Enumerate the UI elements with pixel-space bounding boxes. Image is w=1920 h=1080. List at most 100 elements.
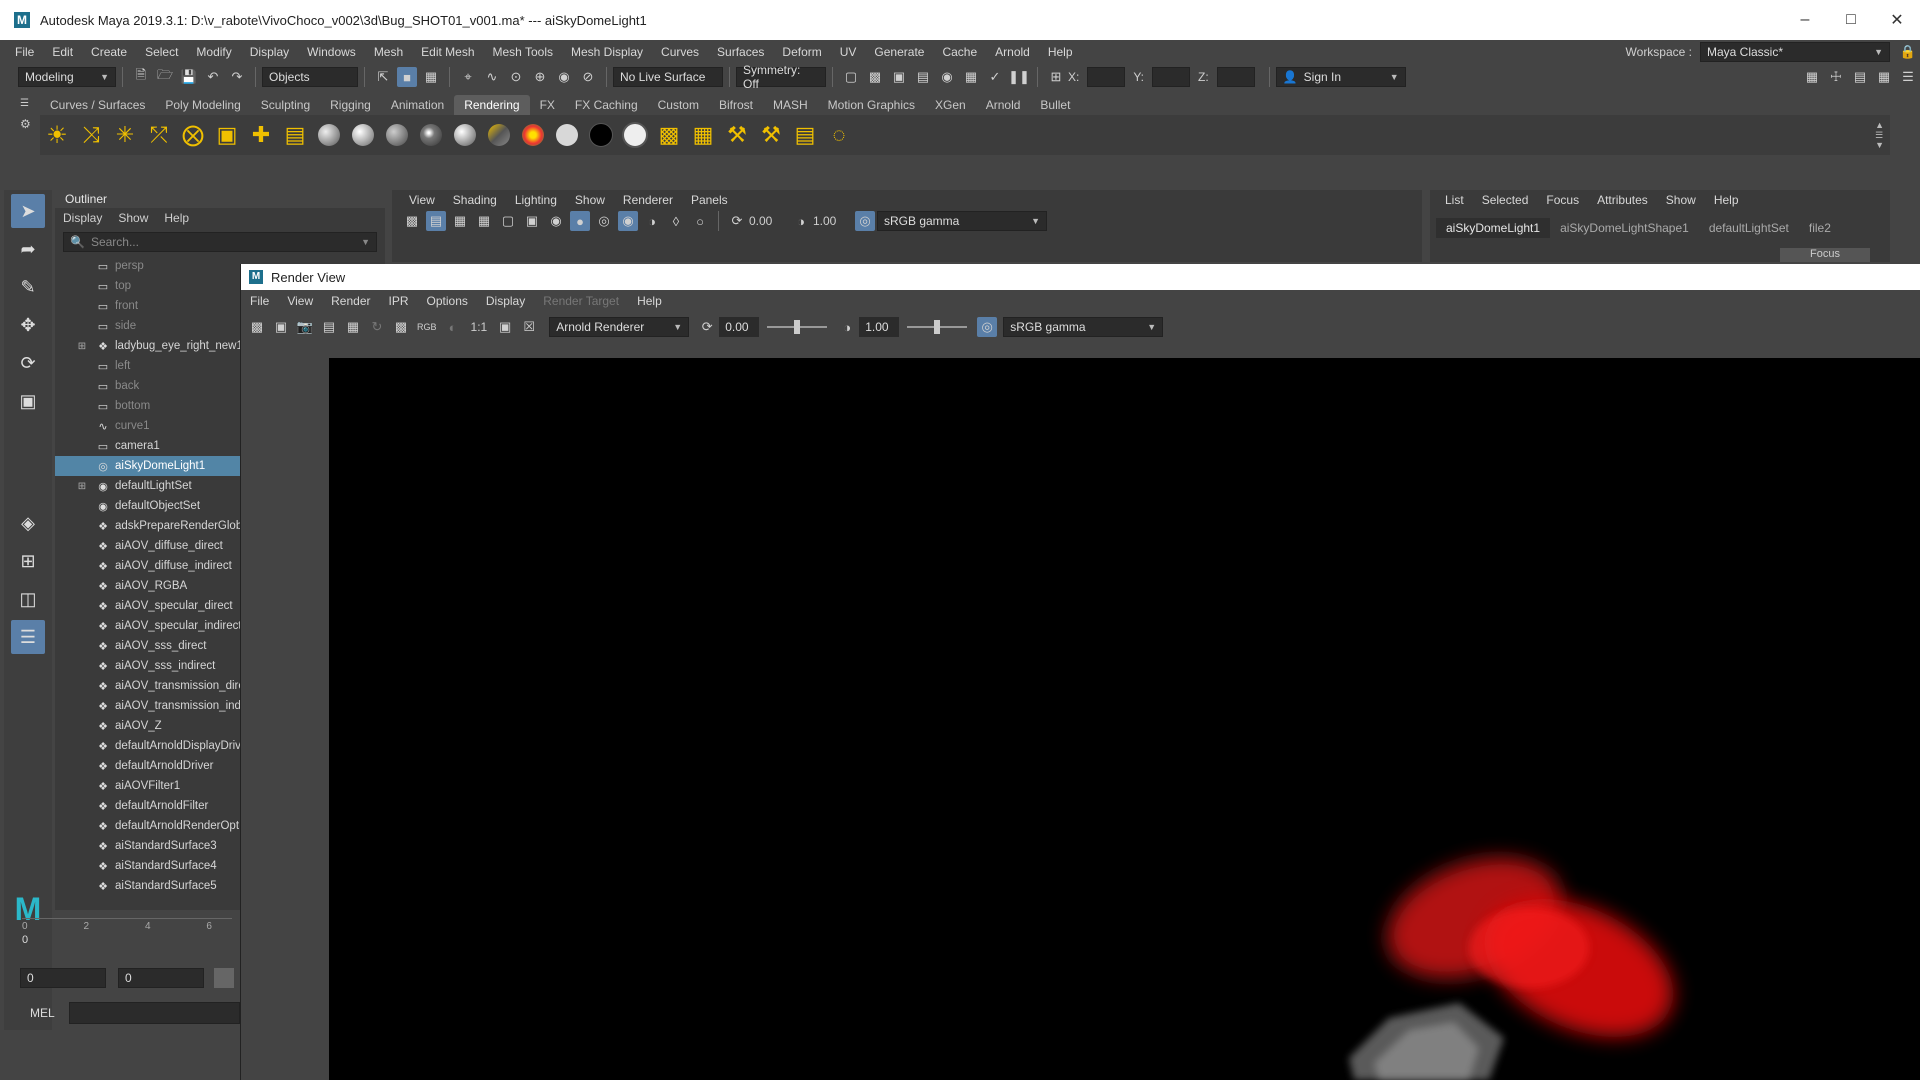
- color-management-icon[interactable]: ◎: [855, 211, 875, 231]
- move-tool-icon[interactable]: ✥: [11, 308, 45, 342]
- select-component-icon[interactable]: ▦: [421, 67, 441, 87]
- render-view-menu-options[interactable]: Options: [418, 294, 477, 308]
- render-settings-icon[interactable]: ▤: [913, 67, 933, 87]
- new-scene-icon[interactable]: 🗎: [131, 67, 151, 87]
- render-region-icon[interactable]: ▣: [271, 317, 291, 337]
- renderer-dropdown[interactable]: Arnold Renderer ▼: [549, 317, 690, 337]
- shelf-tab-curves-surfaces[interactable]: Curves / Surfaces: [40, 95, 155, 115]
- outliner-search-input[interactable]: 🔍 Search... ▼: [63, 232, 377, 252]
- attr-menu-list[interactable]: List: [1436, 193, 1473, 207]
- render-view-menu-help[interactable]: Help: [628, 294, 671, 308]
- spot-light-icon[interactable]: ⤱: [145, 121, 173, 149]
- render-settings-shelf-icon[interactable]: ▤: [791, 121, 819, 149]
- focus-button[interactable]: Focus: [1780, 248, 1870, 262]
- fit-image-icon[interactable]: ▣: [495, 317, 515, 337]
- attr-tab-aiskydomelight1[interactable]: aiSkyDomeLight1: [1436, 218, 1551, 238]
- save-scene-icon[interactable]: 💾: [179, 67, 199, 87]
- viewport-colorspace-dropdown[interactable]: sRGB gamma ▼: [877, 211, 1047, 231]
- menu-create[interactable]: Create: [82, 45, 136, 59]
- real-size-toggle[interactable]: 1:1: [471, 320, 488, 334]
- resolution-gate-icon[interactable]: ▣: [522, 211, 542, 231]
- shelf-tab-animation[interactable]: Animation: [381, 95, 454, 115]
- volume-light-icon[interactable]: ▣: [213, 121, 241, 149]
- time-slider[interactable]: 0 2 4 6 0: [22, 918, 232, 957]
- color-management-icon[interactable]: ◎: [977, 317, 998, 337]
- menu-mesh-display[interactable]: Mesh Display: [562, 45, 652, 59]
- ipr-render-icon[interactable]: ▣: [889, 67, 909, 87]
- outliner-layout-icon[interactable]: ☰: [11, 620, 45, 654]
- snap-surface-icon[interactable]: ◉: [554, 67, 574, 87]
- material-ball-icon[interactable]: [315, 121, 343, 149]
- area-light-icon[interactable]: ⨂: [179, 121, 207, 149]
- menu-modify[interactable]: Modify: [187, 45, 240, 59]
- lights-icon[interactable]: ◉: [618, 211, 638, 231]
- batch-render-icon[interactable]: ⚒: [723, 121, 751, 149]
- shadows-icon[interactable]: ◑: [642, 211, 662, 231]
- shelf-tab-bifrost[interactable]: Bifrost: [709, 95, 763, 115]
- two-pane-layout-icon[interactable]: ◫: [11, 582, 45, 616]
- shelf-tab-fx-caching[interactable]: FX Caching: [565, 95, 648, 115]
- shelf-menu-icon[interactable]: ☰ ⚙: [20, 98, 34, 148]
- live-surface-field[interactable]: No Live Surface: [613, 67, 723, 87]
- shelf-tab-custom[interactable]: Custom: [648, 95, 709, 115]
- shelf-tab-arnold[interactable]: Arnold: [976, 95, 1031, 115]
- channel-box-toggle-icon[interactable]: ☰: [1898, 67, 1918, 87]
- render-current-frame-icon[interactable]: ▩: [865, 67, 885, 87]
- transform-mode-icon[interactable]: ⊞: [1046, 67, 1066, 87]
- attr-menu-focus[interactable]: Focus: [1537, 193, 1588, 207]
- snap-grid-icon[interactable]: ⌖: [458, 67, 478, 87]
- render-frame-icon[interactable]: ▦: [689, 121, 717, 149]
- textured-icon[interactable]: ◎: [594, 211, 614, 231]
- arnold-render-view-icon[interactable]: ▦: [961, 67, 981, 87]
- snap-view-icon[interactable]: ⊕: [530, 67, 550, 87]
- attribute-editor-toggle-icon[interactable]: ▤: [1850, 67, 1870, 87]
- snap-point-icon[interactable]: ⊙: [506, 67, 526, 87]
- menu-mesh-tools[interactable]: Mesh Tools: [484, 45, 562, 59]
- sign-in-button[interactable]: 👤 Sign In ▼: [1275, 67, 1406, 87]
- image-plane-icon[interactable]: ▦: [450, 211, 470, 231]
- ambient-light-icon[interactable]: ☀: [43, 121, 71, 149]
- expand-icon[interactable]: ⊞: [75, 481, 89, 492]
- anisotropic-material-icon[interactable]: [485, 121, 513, 149]
- lambert-material-icon[interactable]: [383, 121, 411, 149]
- menu-surfaces[interactable]: Surfaces: [708, 45, 773, 59]
- alpha-channel-icon[interactable]: ◐: [443, 317, 463, 337]
- paint-select-tool-icon[interactable]: ✎: [11, 270, 45, 304]
- open-scene-icon[interactable]: 🗁: [155, 67, 175, 87]
- menu-uv[interactable]: UV: [831, 45, 866, 59]
- close-icon[interactable]: ✕: [1874, 10, 1920, 30]
- hypershade-shelf-icon[interactable]: ◌: [825, 121, 853, 149]
- gamma-field[interactable]: 1.00: [859, 317, 900, 337]
- attr-menu-help[interactable]: Help: [1705, 193, 1748, 207]
- undo-icon[interactable]: ↶: [203, 67, 223, 87]
- y-field[interactable]: [1152, 67, 1191, 87]
- arnold-ipr-icon[interactable]: ✓: [985, 67, 1005, 87]
- outliner-menu-show[interactable]: Show: [110, 211, 156, 225]
- render-view-menu-display[interactable]: Display: [477, 294, 534, 308]
- gamma-icon[interactable]: ◑: [791, 211, 811, 231]
- directional-light-icon[interactable]: ⤨: [77, 121, 105, 149]
- symmetry-dropdown[interactable]: Symmetry: Off: [736, 63, 826, 91]
- render-view-menu-file[interactable]: File: [241, 294, 278, 308]
- mel-input[interactable]: [68, 1002, 240, 1024]
- viewport-menu-lighting[interactable]: Lighting: [506, 193, 566, 207]
- render-settings-icon[interactable]: ▦: [343, 317, 363, 337]
- viewport-menu-show[interactable]: Show: [566, 193, 614, 207]
- minimize-icon[interactable]: –: [1782, 11, 1828, 29]
- render-view-menu-ipr[interactable]: IPR: [380, 294, 418, 308]
- point-light-icon[interactable]: ✳: [111, 121, 139, 149]
- select-tool-icon[interactable]: ➤: [11, 194, 45, 228]
- lock-icon[interactable]: 🔒: [1898, 42, 1918, 62]
- gamma-slider[interactable]: [907, 320, 968, 334]
- snapshot-icon[interactable]: 📷: [295, 317, 315, 337]
- menu-curves[interactable]: Curves: [652, 45, 708, 59]
- surface-shader-outline-icon[interactable]: [621, 121, 649, 149]
- grid-icon[interactable]: ▦: [474, 211, 494, 231]
- construction-history-icon[interactable]: ▢: [841, 67, 861, 87]
- redo-previous-render-icon[interactable]: ▩: [247, 317, 267, 337]
- viewport-menu-view[interactable]: View: [400, 193, 444, 207]
- expand-icon[interactable]: ⊞: [75, 341, 89, 352]
- range-settings-icon[interactable]: [214, 968, 234, 988]
- shelf-tab-mash[interactable]: MASH: [763, 95, 818, 115]
- menu-help[interactable]: Help: [1039, 45, 1082, 59]
